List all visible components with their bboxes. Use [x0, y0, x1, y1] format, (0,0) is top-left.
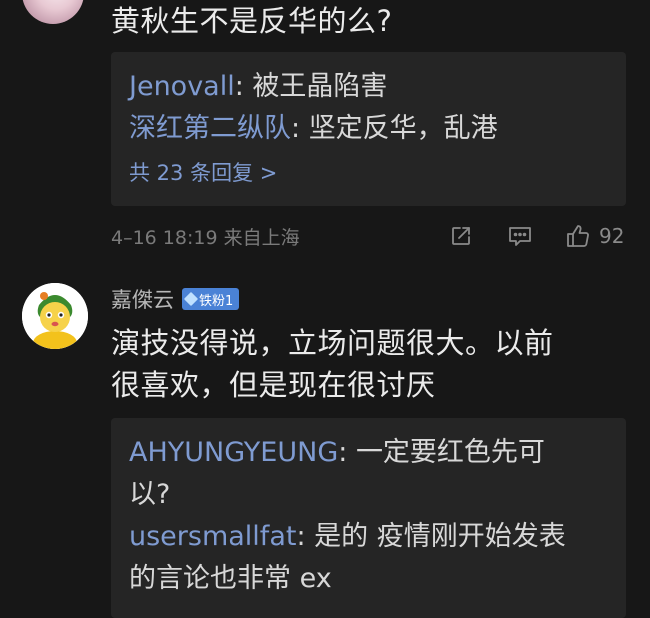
- fan-badge[interactable]: 铁粉1: [182, 288, 240, 310]
- reply-separator: :: [234, 71, 253, 102]
- reply-text: 一定要红色先可: [355, 437, 545, 468]
- reply-preview-box[interactable]: AHYUNGYEUNG: 一定要红色先可 以? usersmallfat: 是的…: [111, 418, 626, 618]
- diamond-icon: [183, 291, 199, 307]
- share-icon: [452, 227, 470, 245]
- reply-text: 以?: [129, 479, 171, 510]
- fan-badge-label: 铁粉1: [199, 293, 234, 309]
- reply-separator: :: [296, 521, 315, 552]
- reply-text: 被王晶陷害: [252, 71, 388, 102]
- reply-text: 的言论也非常 ex: [129, 563, 332, 594]
- like-button[interactable]: 92: [565, 221, 624, 251]
- share-button[interactable]: [449, 221, 473, 251]
- reply-text: 是的 疫情刚开始发表: [314, 521, 566, 552]
- reply-username[interactable]: AHYUNGYEUNG: [129, 437, 338, 468]
- reply-item: 深红第二纵队: 坚定反华，乱港: [129, 108, 608, 150]
- commenter-avatar[interactable]: [22, 283, 88, 349]
- commenter-avatar[interactable]: [22, 0, 84, 24]
- reply-separator: :: [291, 113, 309, 144]
- commenter-username[interactable]: 嘉傑云 铁粉1: [111, 284, 240, 314]
- comment-button[interactable]: [507, 221, 533, 251]
- comment-timestamp-location: 4–16 18:19 来自上海: [111, 227, 300, 249]
- reply-item: usersmallfat: 是的 疫情刚开始发表: [129, 516, 608, 558]
- reply-text: 坚定反华，乱港: [308, 113, 498, 144]
- reply-username[interactable]: 深红第二纵队: [129, 113, 291, 144]
- like-count: 92: [599, 224, 625, 248]
- reply-separator: :: [338, 437, 356, 468]
- reply-username[interactable]: usersmallfat: [129, 521, 296, 552]
- comment-text-line: 很喜欢，但是现在很讨厌: [111, 368, 436, 402]
- reply-preview-box[interactable]: Jenovall: 被王晶陷害 深红第二纵队: 坚定反华，乱港 共 23 条回复…: [111, 52, 626, 206]
- comment-icon: [509, 227, 531, 246]
- more-replies-link[interactable]: 共 23 条回复 >: [129, 154, 608, 192]
- comment-text-line: 演技没得说，立场问题很大。以前: [111, 326, 554, 360]
- like-icon: [567, 225, 589, 247]
- reply-item-continued: 的言论也非常 ex: [129, 558, 608, 600]
- reply-item: AHYUNGYEUNG: 一定要红色先可: [129, 432, 608, 474]
- username-text[interactable]: 嘉傑云: [111, 284, 174, 314]
- cartoon-avatar-icon: [22, 283, 88, 349]
- reply-item-continued: 以?: [129, 474, 608, 516]
- comment-meta-row: 4–16 18:19 来自上海 92: [111, 221, 631, 251]
- reply-item: Jenovall: 被王晶陷害: [129, 66, 608, 108]
- comment-text: 黄秋生不是反华的么?: [111, 4, 393, 38]
- reply-username[interactable]: Jenovall: [129, 71, 235, 102]
